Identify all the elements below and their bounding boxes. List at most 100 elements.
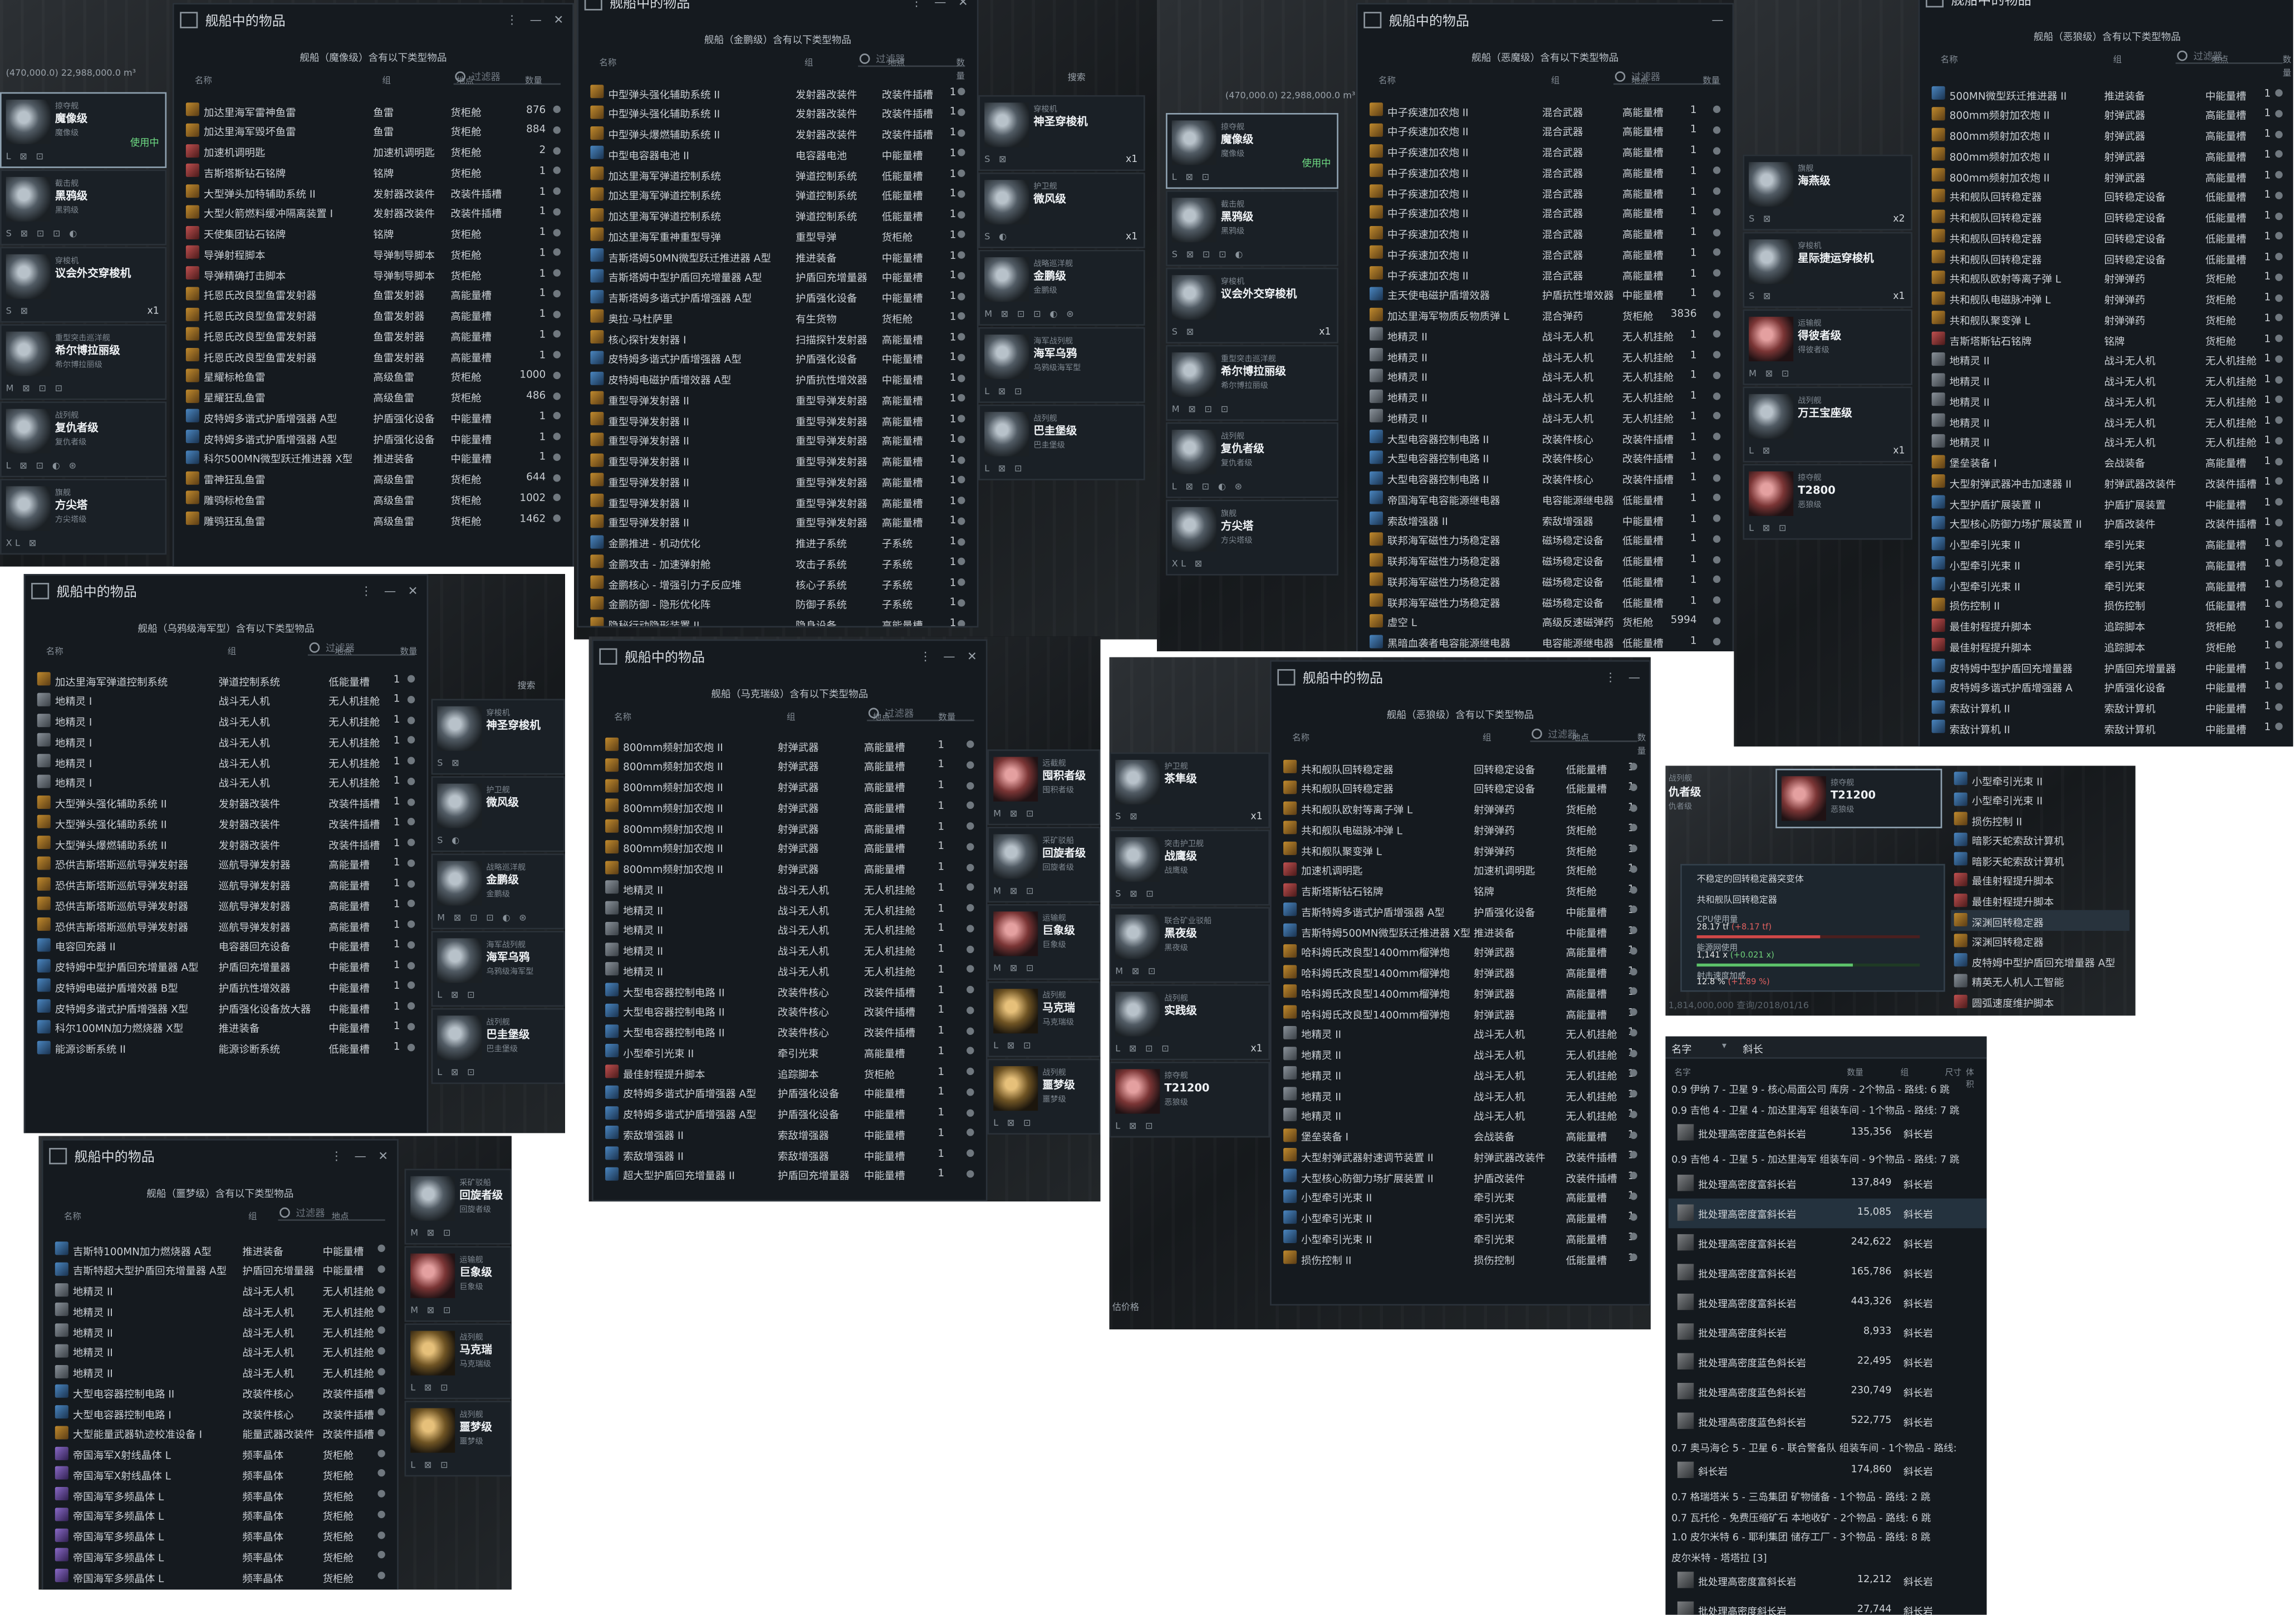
minimize-icon[interactable]: — (943, 649, 955, 662)
item-row[interactable]: 皮特姆中型护盾回充增量器 A型 (1951, 951, 2130, 971)
item-row[interactable]: 索敌计算机 II 索敌计算机 中能量槽 1 (1929, 696, 2285, 717)
info-icon[interactable] (2275, 396, 2283, 404)
item-row[interactable]: 加速机调明匙加速机调明匙货柜舱1 (1281, 859, 1640, 880)
info-icon[interactable] (407, 1043, 415, 1051)
close-icon[interactable]: ✕ (408, 583, 418, 597)
col-qty[interactable]: 数量 (400, 644, 417, 657)
item-row[interactable]: 共和舰队回转稳定器回转稳定设备低能量槽1 (1929, 206, 2285, 227)
item-row[interactable]: 中子疾速加农炮 II 混合武器 高能量槽 1 (1367, 100, 1724, 120)
info-icon[interactable] (2275, 212, 2283, 219)
info-icon[interactable] (1630, 1171, 1637, 1180)
info-icon[interactable] (1630, 763, 1637, 770)
ship-card[interactable]: 海军战列舰 海军乌鸦 乌鸦级海军型 L ⊠ ⊡ (431, 931, 565, 1007)
menu-icon[interactable]: ⋮ (331, 1148, 342, 1162)
item-row[interactable]: 大型核心防御力场扩展装置 II护盾改装件改装件插槽1 (1929, 513, 2285, 533)
info-icon[interactable] (967, 760, 974, 769)
item-row[interactable]: 中型弹头强化辅助系统 II 发射器改装件 改装件插槽 1 (587, 82, 968, 102)
location-group[interactable]: 0.9 伊纳 7 - 卫星 9 - 核心局面公司 库房 - 2个物品 - 路线:… (1669, 1078, 1987, 1098)
item-row[interactable]: 皮特姆中型护盾回充增量器 A型 护盾回充增量器 中能量槽 1 (34, 955, 418, 976)
item-row[interactable]: 皮特姆多谐式护盾增强器 X型 护盾强化设备放大器 中能量槽 1 (34, 997, 418, 1017)
item-row[interactable]: 地精灵 II战斗无人机无人机挂舱1 (1281, 1084, 1640, 1105)
item-row[interactable]: 托恩氏改良型鱼雷发射器 鱼雷发射器 高能量槽 1 (183, 325, 564, 345)
col-location[interactable]: 地点 (1631, 73, 1649, 86)
info-icon[interactable] (967, 842, 974, 851)
item-row[interactable]: 恐供吉斯塔斯巡航导弹发射器 巡航导弹发射器 高能量槽 1 (34, 894, 418, 915)
info-icon[interactable] (958, 230, 965, 239)
item-row[interactable]: 中子疾速加农炮 II 混合武器 高能量槽 1 (1367, 161, 1724, 181)
info-icon[interactable] (958, 415, 965, 423)
asset-row[interactable]: 批处理高密度富斜长岩 137,849 斜长岩 (1669, 1168, 1987, 1197)
info-icon[interactable] (1630, 1192, 1637, 1200)
info-icon[interactable] (958, 251, 965, 259)
item-row[interactable]: 吉斯特姆多谐式护盾增强器 A型护盾强化设备中能量槽1 (1281, 900, 1640, 921)
item-row[interactable]: 800mm频射加农炮 II 射弹武器 高能量槽 1 (602, 796, 977, 817)
item-row[interactable]: 暗影天蛇索敌计算机 (1951, 850, 2130, 870)
item-row[interactable]: 帝国海军X射线晶体 L频率晶体货柜舱1 (52, 1464, 388, 1484)
item-row[interactable]: 中子疾速加农炮 II 混合武器 高能量槽 1 (1367, 202, 1724, 223)
item-row[interactable]: 共和舰队欧射等离子弹 L射弹弹药货柜舱1 (1929, 267, 2285, 288)
info-icon[interactable] (377, 1305, 385, 1314)
ship-card[interactable]: 战列舰 巴圭堡级 巴圭堡级 L ⊠ ⊡ (978, 404, 1145, 480)
info-icon[interactable] (1713, 534, 1721, 543)
col-size[interactable]: 尺寸 (1945, 1066, 1961, 1078)
item-row[interactable]: 地精灵 II战斗无人机无人机挂舱1 (52, 1361, 388, 1382)
info-icon[interactable] (2275, 89, 2283, 97)
item-row[interactable]: 800mm频射加农炮 II 射弹武器 高能量槽 1 (602, 857, 977, 878)
info-icon[interactable] (967, 740, 974, 748)
info-icon[interactable] (407, 941, 415, 949)
item-row[interactable]: 哈科姆氏改良型1400mm榴弹炮射弹武器高能量槽1 (1281, 982, 1640, 1003)
col-name[interactable]: 名称 (1378, 73, 1396, 86)
ship-card[interactable]: 战列舰 马克瑞 马克瑞级 L ⊠ ⊡ (987, 981, 1101, 1058)
info-icon[interactable] (407, 797, 415, 806)
item-row[interactable]: 联邦海军磁性力场稳定器 磁场稳定设备 低能量槽 1 (1367, 570, 1724, 591)
item-row[interactable]: 圆弧速度维护脚本 (1951, 991, 2130, 1011)
info-icon[interactable] (553, 453, 561, 461)
ship-card[interactable]: 旗舰 海燕级 S ⊠ x2 (1743, 154, 1912, 231)
info-icon[interactable] (407, 879, 415, 887)
menu-icon[interactable]: ⋮ (919, 649, 931, 662)
item-row[interactable]: 皮特姆电磁护盾增效器 B型 护盾抗性增效器 中能量槽 1 (34, 976, 418, 997)
info-icon[interactable] (1713, 514, 1721, 522)
location-group[interactable]: 0.9 吉他 4 - 卫星 5 - 加达里海军 组装车间 - 9个物品 - 路线… (1669, 1148, 1987, 1168)
info-icon[interactable] (967, 1108, 974, 1116)
info-icon[interactable] (377, 1551, 385, 1559)
info-icon[interactable] (967, 1047, 974, 1055)
info-icon[interactable] (958, 292, 965, 300)
ship-card[interactable]: 重型突击巡洋舰 希尔博拉丽级 希尔博拉丽级 M ⊠ ⊡ ⊡ (1166, 345, 1338, 421)
filter-value[interactable]: 斜长 (1743, 1041, 1763, 1056)
info-icon[interactable] (2275, 621, 2283, 629)
item-row[interactable]: 小型牵引光束 II (1951, 769, 2130, 789)
info-icon[interactable] (1630, 1213, 1637, 1220)
info-icon[interactable] (377, 1265, 385, 1273)
item-row[interactable]: 中子疾速加农炮 II 混合武器 高能量槽 1 (1367, 120, 1724, 141)
info-icon[interactable] (967, 945, 974, 953)
item-row[interactable]: 地精灵 II战斗无人机无人机挂舱1 (602, 898, 977, 919)
item-row[interactable]: 最佳射程提升脚本 (1951, 890, 2130, 910)
item-row[interactable]: 吉斯塔姆中型护盾回充增量器 A型 护盾回充增量器 中能量槽 1 (587, 266, 968, 286)
search-label[interactable]: 搜索 (1068, 70, 1086, 84)
item-row[interactable]: 精英无人机人工智能 (1951, 971, 2130, 991)
item-row[interactable]: 800mm频射加农炮 II 射弹武器 高能量槽 1 (602, 837, 977, 857)
item-row[interactable]: 索敌增强器 II 索敌增强器 中能量槽 1 (602, 1123, 977, 1143)
ship-card[interactable]: 穿梭机 神圣穿梭机 S ⊠ (431, 699, 565, 775)
item-row[interactable]: 金鹏防御 - 隐形优化阵 防御子系统 子系统 1 (587, 593, 968, 613)
item-row[interactable]: 联邦海军磁性力场稳定器 磁场稳定设备 低能量槽 1 (1367, 590, 1724, 611)
asset-row[interactable]: 批处理高密度蓝色斜长岩 522,775 斜长岩 (1669, 1406, 1987, 1435)
item-row[interactable]: 导弹精确打击脚本 导弹制导脚本 货柜舱 1 (183, 263, 564, 284)
info-icon[interactable] (958, 333, 965, 341)
info-icon[interactable] (958, 149, 965, 157)
item-row[interactable]: 皮特姆多谐式护盾增强器 A型 护盾强化设备 中能量槽 1 (602, 1103, 977, 1123)
item-row[interactable]: 加速机调明匙 加速机调明匙 货柜舱 2 (183, 140, 564, 161)
ship-card[interactable]: 运输舰 得彼者级 得彼者级 M ⊠ ⊡ (1743, 309, 1912, 385)
info-icon[interactable] (553, 187, 561, 195)
info-icon[interactable] (1713, 105, 1721, 113)
col-group[interactable]: 组 (1901, 1066, 1909, 1078)
item-row[interactable]: 损伤控制 II (1951, 809, 2130, 829)
info-icon[interactable] (1713, 187, 1721, 195)
info-icon[interactable] (958, 435, 965, 443)
info-icon[interactable] (2275, 232, 2283, 240)
item-row[interactable]: 哈科姆氏改良型1400mm榴弹炮射弹武器高能量槽1 (1281, 1002, 1640, 1023)
item-row[interactable]: 导弹射程脚本 导弹制导脚本 货柜舱 1 (183, 243, 564, 263)
ship-card-selected[interactable]: 掠夺舰 T21200 恶狼级 (1775, 768, 1942, 828)
item-row[interactable]: 加达里海军弹道控制系统 弹道控制系统 低能量槽 1 (587, 164, 968, 184)
